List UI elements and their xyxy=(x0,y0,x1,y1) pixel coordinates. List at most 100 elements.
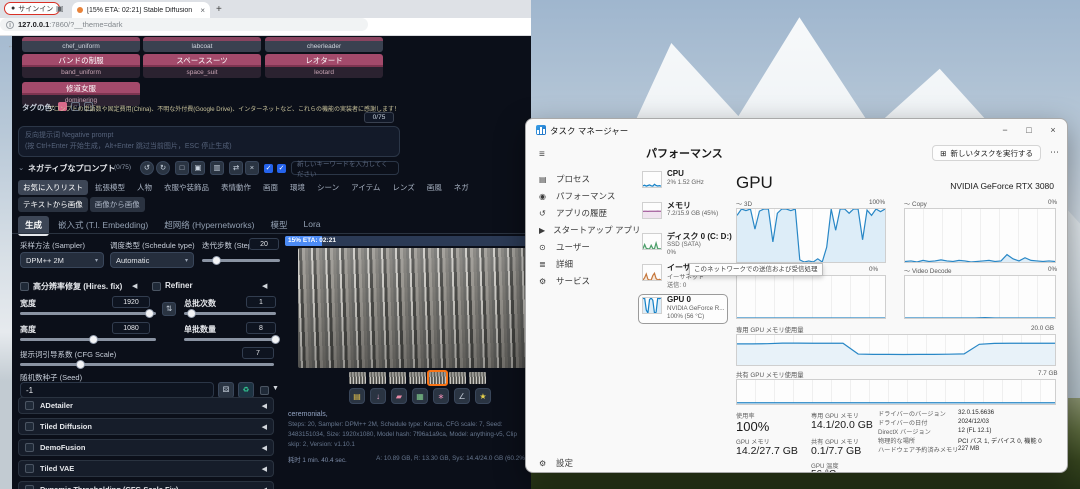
copy-icon[interactable]: □ xyxy=(175,161,189,175)
refiner-expand-icon[interactable]: ◀ xyxy=(262,282,267,290)
cfg-value[interactable]: 7 xyxy=(242,347,274,359)
gallery-thumbnail[interactable] xyxy=(469,372,486,384)
sidebar-item-settings[interactable]: ⚙ 設定 xyxy=(532,455,630,471)
width-slider[interactable] xyxy=(20,309,156,318)
extensions-icon[interactable]: ▣ xyxy=(56,4,64,13)
delete-icon[interactable]: × xyxy=(245,161,259,175)
width-value[interactable]: 1920 xyxy=(112,296,150,308)
sidebar-item[interactable]: ▶ スタートアップ アプリ xyxy=(532,222,641,238)
auto-translate-checkbox[interactable]: ✓ xyxy=(264,164,273,173)
category-tab[interactable]: ネガ xyxy=(449,180,474,195)
new-tab-button[interactable]: + xyxy=(216,4,222,15)
close-icon[interactable]: × xyxy=(1041,119,1065,141)
gallery-thumbnail[interactable] xyxy=(427,370,448,386)
refresh-icon[interactable]: ⇄ xyxy=(229,161,243,175)
collapse-chevron-icon[interactable]: ⌄ xyxy=(18,163,24,172)
category-tab[interactable]: 表情動作 xyxy=(216,180,256,195)
recycle-seed-icon[interactable]: ♻ xyxy=(238,382,254,398)
category-tab[interactable]: レンズ xyxy=(387,180,419,195)
tab-close-icon[interactable]: × xyxy=(200,6,205,15)
gallery-thumbnail[interactable] xyxy=(409,372,426,384)
save-icon[interactable]: ↓ xyxy=(370,388,386,404)
accordion-checkbox[interactable] xyxy=(25,401,34,410)
folder-icon[interactable]: ▤ xyxy=(349,388,365,404)
mode-tab[interactable]: 画像から画像 xyxy=(89,197,145,212)
performance-list-item[interactable]: メモリ 7.2/15.9 GB (45%) xyxy=(639,200,727,228)
steps-value[interactable]: 20 xyxy=(249,238,279,250)
accordion-section[interactable]: ADetailer ◀ xyxy=(18,397,274,414)
accordion-section[interactable]: Tiled Diffusion ◀ xyxy=(18,418,274,435)
accordion-checkbox[interactable] xyxy=(25,485,34,489)
hires-expand-icon[interactable]: ◀ xyxy=(132,282,137,290)
sidebar-item[interactable]: ◉ パフォーマンス xyxy=(532,188,630,204)
category-tab[interactable]: シーン xyxy=(312,180,344,195)
batch-count-value[interactable]: 1 xyxy=(246,296,276,308)
accordion-checkbox[interactable] xyxy=(25,443,34,452)
dice-icon[interactable]: ⚄ xyxy=(218,382,234,398)
sidebar-item[interactable]: ▤ プロセス xyxy=(532,171,630,187)
refiner-checkbox[interactable] xyxy=(152,282,161,291)
tag-button[interactable]: chef_uniform xyxy=(22,37,140,52)
seed-input[interactable]: -1 xyxy=(20,382,214,398)
gallery-thumbnail[interactable] xyxy=(449,372,466,384)
accordion-checkbox[interactable] xyxy=(25,464,34,473)
paste-icon[interactable]: ▣ xyxy=(191,161,205,175)
undo-icon[interactable]: ↺ xyxy=(140,161,154,175)
tag-button[interactable]: cheerleader xyxy=(265,37,383,52)
sampler-dropdown[interactable]: DPM++ 2M ▾ xyxy=(20,252,104,268)
ruler-icon[interactable]: ∠ xyxy=(454,388,470,404)
gallery-thumbnail[interactable] xyxy=(349,372,366,384)
brush-icon[interactable]: ▰ xyxy=(391,388,407,404)
maximize-icon[interactable]: □ xyxy=(1017,119,1041,141)
batch-size-value[interactable]: 8 xyxy=(246,322,276,334)
category-tab[interactable]: 画風 xyxy=(422,180,447,195)
sidebar-item[interactable]: ⊙ ユーザー xyxy=(532,239,630,255)
tag-button[interactable]: バンドの制服 band_uniform xyxy=(22,54,140,78)
negative-prompt-textarea[interactable]: 反向提示词 Negative prompt (按 Ctrl+Enter 开始生成… xyxy=(18,126,400,157)
height-slider[interactable] xyxy=(20,335,156,344)
hamburger-menu-icon[interactable]: ≡ xyxy=(539,149,545,160)
cfg-slider[interactable] xyxy=(20,360,274,369)
image-icon[interactable]: ▦ xyxy=(412,388,428,404)
gallery-thumbnail[interactable] xyxy=(389,372,406,384)
schedule-dropdown[interactable]: Automatic ▾ xyxy=(110,252,194,268)
translate-icon[interactable]: ▥ xyxy=(210,161,224,175)
performance-list-item[interactable]: CPU 2% 1.52 GHz xyxy=(639,169,727,197)
address-bar[interactable]: i 127.0.0.1:7860/?__theme=dark xyxy=(0,18,368,31)
preview-image[interactable] xyxy=(298,248,526,368)
category-tab[interactable]: 衣服や装飾品 xyxy=(159,180,214,195)
category-tab[interactable]: 人物 xyxy=(132,180,157,195)
sidebar-item[interactable]: ≣ 詳細 xyxy=(532,256,630,272)
batch-count-slider[interactable] xyxy=(184,309,276,318)
category-tab[interactable]: 拡張模型 xyxy=(90,180,130,195)
category-tab[interactable]: 画面 xyxy=(258,180,283,195)
category-tab[interactable]: 環境 xyxy=(285,180,310,195)
performance-list-item[interactable]: ディスク 0 (C: D:) SSD (SATA) 0% xyxy=(639,231,732,259)
performance-list-item[interactable]: GPU 0 NVIDIA GeForce R... 100% (56 °C) xyxy=(638,294,728,324)
sidebar-item[interactable]: ↺ アプリの履歴 xyxy=(532,205,630,221)
flower-icon[interactable]: ∗ xyxy=(433,388,449,404)
extra-seed-checkbox[interactable] xyxy=(260,386,269,395)
signin-button[interactable]: ● サインイン xyxy=(4,2,61,15)
mode-tab[interactable]: テキストから画像 xyxy=(18,197,88,212)
sidebar-item[interactable]: ⚙ サービス xyxy=(532,273,630,289)
seed-extra-expand-icon[interactable]: ▼ xyxy=(272,385,279,392)
auto-apply-checkbox[interactable]: ✓ xyxy=(277,164,286,173)
gallery-thumbnail[interactable] xyxy=(369,372,386,384)
category-tab[interactable]: お気に入りリスト xyxy=(18,180,88,195)
category-tab[interactable]: アイテム xyxy=(346,180,385,195)
steps-slider[interactable] xyxy=(202,256,280,265)
tag-button[interactable]: スペーススーツ space_suit xyxy=(143,54,261,78)
tag-button[interactable]: レオタード leotard xyxy=(265,54,383,78)
site-info-icon[interactable]: i xyxy=(6,20,14,29)
accordion-section[interactable]: Tiled VAE ◀ xyxy=(18,460,274,477)
minimize-icon[interactable]: − xyxy=(993,119,1017,141)
keyword-input[interactable]: 新しいキーワードを入力してください xyxy=(291,161,399,178)
accordion-section[interactable]: Dynamic Thresholding (CFG Scale Fix) ◀ xyxy=(18,481,274,489)
tag-button[interactable]: labcoat xyxy=(143,37,261,52)
run-new-task-button[interactable]: ⊞ 新しいタスクを実行する xyxy=(932,145,1041,161)
height-value[interactable]: 1080 xyxy=(112,322,150,334)
swap-dimensions-icon[interactable]: ⇅ xyxy=(162,302,176,316)
accordion-section[interactable]: DemoFusion ◀ xyxy=(18,439,274,456)
hires-checkbox[interactable] xyxy=(20,282,29,291)
